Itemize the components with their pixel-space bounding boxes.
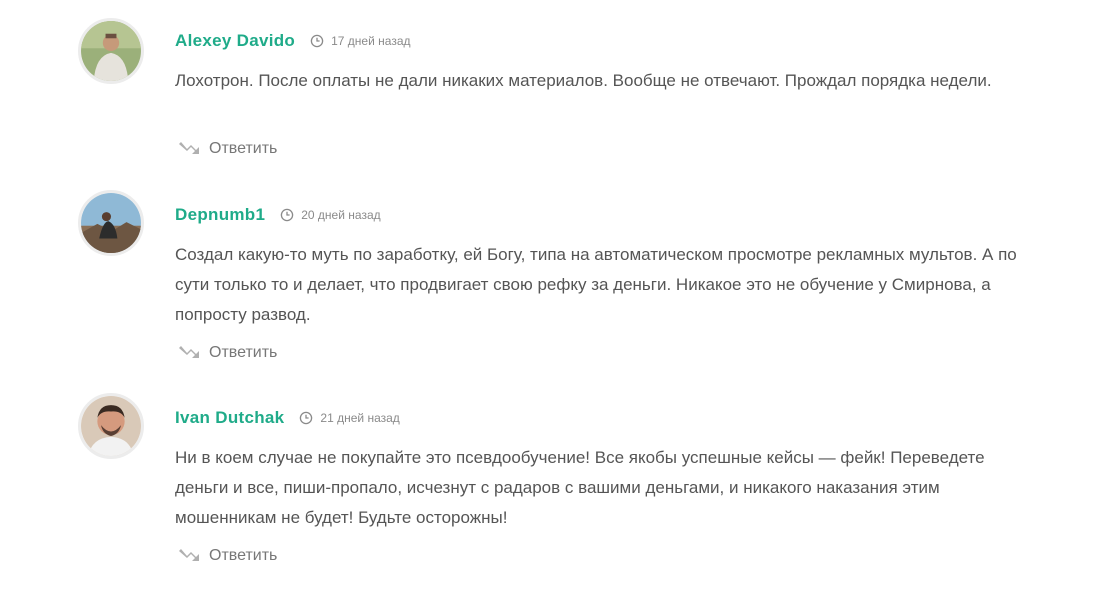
reply-label: Ответить — [209, 547, 278, 564]
reply-label: Ответить — [209, 344, 278, 361]
avatar[interactable] — [78, 18, 144, 84]
avatar[interactable] — [78, 393, 144, 459]
comment-meta: Ivan Dutchak 21 дней назад — [175, 407, 400, 429]
comment-meta: Alexey Davido 17 дней назад — [175, 30, 411, 52]
reply-arrow-icon — [178, 345, 200, 361]
reply-button[interactable]: Ответить — [178, 547, 277, 565]
comment-meta: Depnumb1 20 дней назад — [175, 204, 381, 226]
clock-icon — [299, 411, 313, 425]
avatar[interactable] — [78, 190, 144, 256]
comment-text: Лохотрон. После оплаты не дали никаких м… — [175, 71, 992, 90]
comment-text: Ни в коем случае не покупайте это псевдо… — [175, 448, 985, 527]
clock-icon — [280, 208, 294, 222]
author-name[interactable]: Ivan Dutchak — [175, 408, 284, 428]
comment-date[interactable]: 20 дней назад — [301, 208, 380, 222]
comment-text: Создал какую-то муть по заработку, ей Бо… — [175, 245, 1017, 324]
reply-button[interactable]: Ответить — [178, 140, 277, 158]
reply-label: Ответить — [209, 140, 278, 157]
clock-icon — [310, 34, 324, 48]
reply-button[interactable]: Ответить — [178, 344, 277, 362]
comments-list: Alexey Davido 17 дней назад Лохотрон. По… — [0, 0, 1117, 610]
author-name[interactable]: Alexey Davido — [175, 31, 295, 51]
reply-arrow-icon — [178, 548, 200, 564]
author-name[interactable]: Depnumb1 — [175, 205, 265, 225]
comment-date[interactable]: 21 дней назад — [320, 411, 399, 425]
comment-date[interactable]: 17 дней назад — [331, 34, 410, 48]
reply-arrow-icon — [178, 141, 200, 157]
